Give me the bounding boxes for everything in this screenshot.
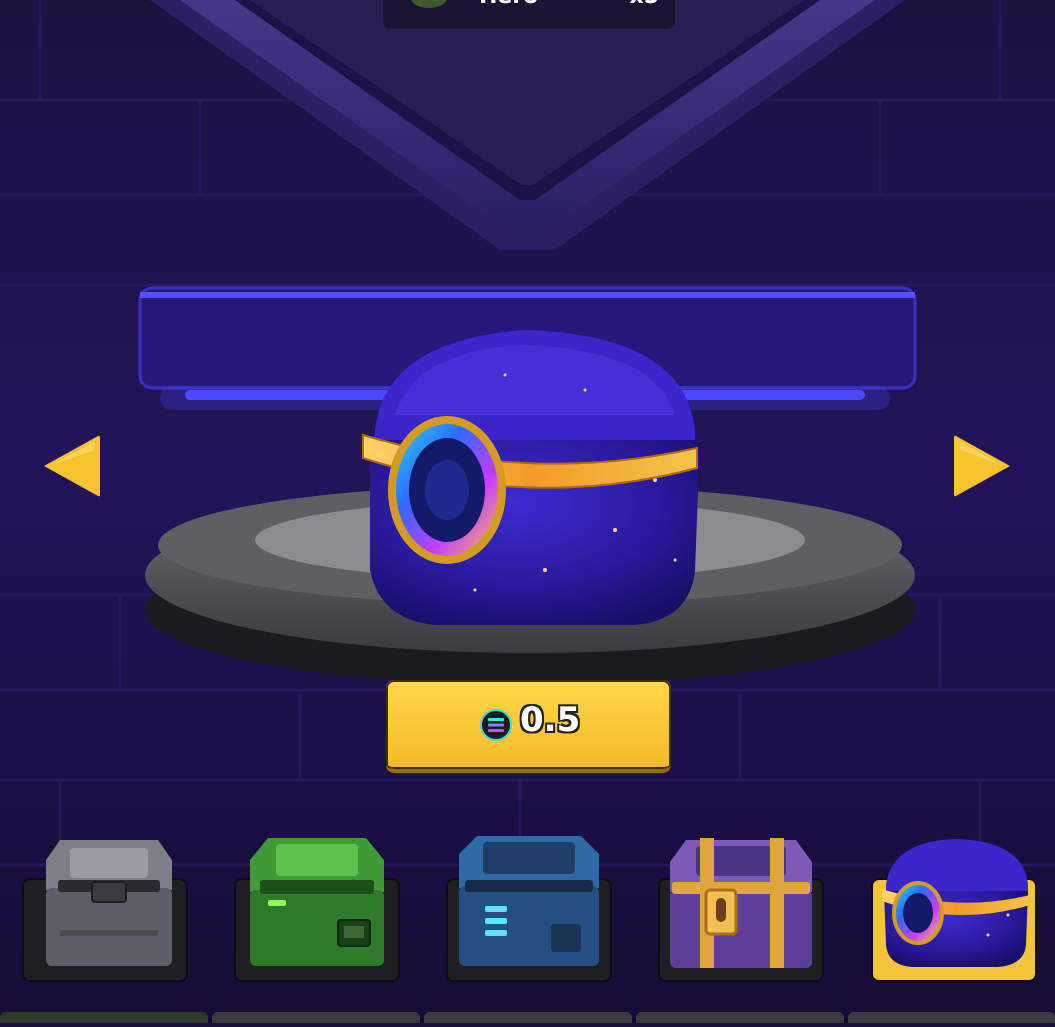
bottom-tab-strip <box>0 1012 1055 1023</box>
tab-2[interactable] <box>212 1012 420 1023</box>
game-scene: Hero x5 <box>0 0 1055 1023</box>
tab-4[interactable] <box>636 1012 844 1023</box>
reward-name: Hero <box>479 0 538 9</box>
tab-1[interactable] <box>0 1012 208 1023</box>
tab-3[interactable] <box>424 1012 632 1023</box>
featured-chest-galaxy-icon <box>362 330 700 625</box>
tab-5[interactable] <box>848 1012 1055 1023</box>
token-coin-icon <box>480 709 512 741</box>
hero-thumbnail-icon <box>411 0 447 8</box>
reward-count: x5 <box>630 0 660 9</box>
triangle-left-icon[interactable] <box>40 432 102 500</box>
purple-gold-chest-icon <box>670 838 812 968</box>
gray-chest-icon <box>46 840 172 966</box>
triangle-right-icon[interactable] <box>952 432 1014 500</box>
buy-chest-button[interactable]: 0.5 <box>386 680 671 773</box>
green-chest-icon <box>250 838 384 966</box>
galaxy-chest-icon <box>882 839 1030 967</box>
chest-price: 0.5 <box>520 700 581 740</box>
reward-preview-pill: Hero x5 <box>383 0 675 29</box>
blue-chest-icon <box>459 836 599 966</box>
